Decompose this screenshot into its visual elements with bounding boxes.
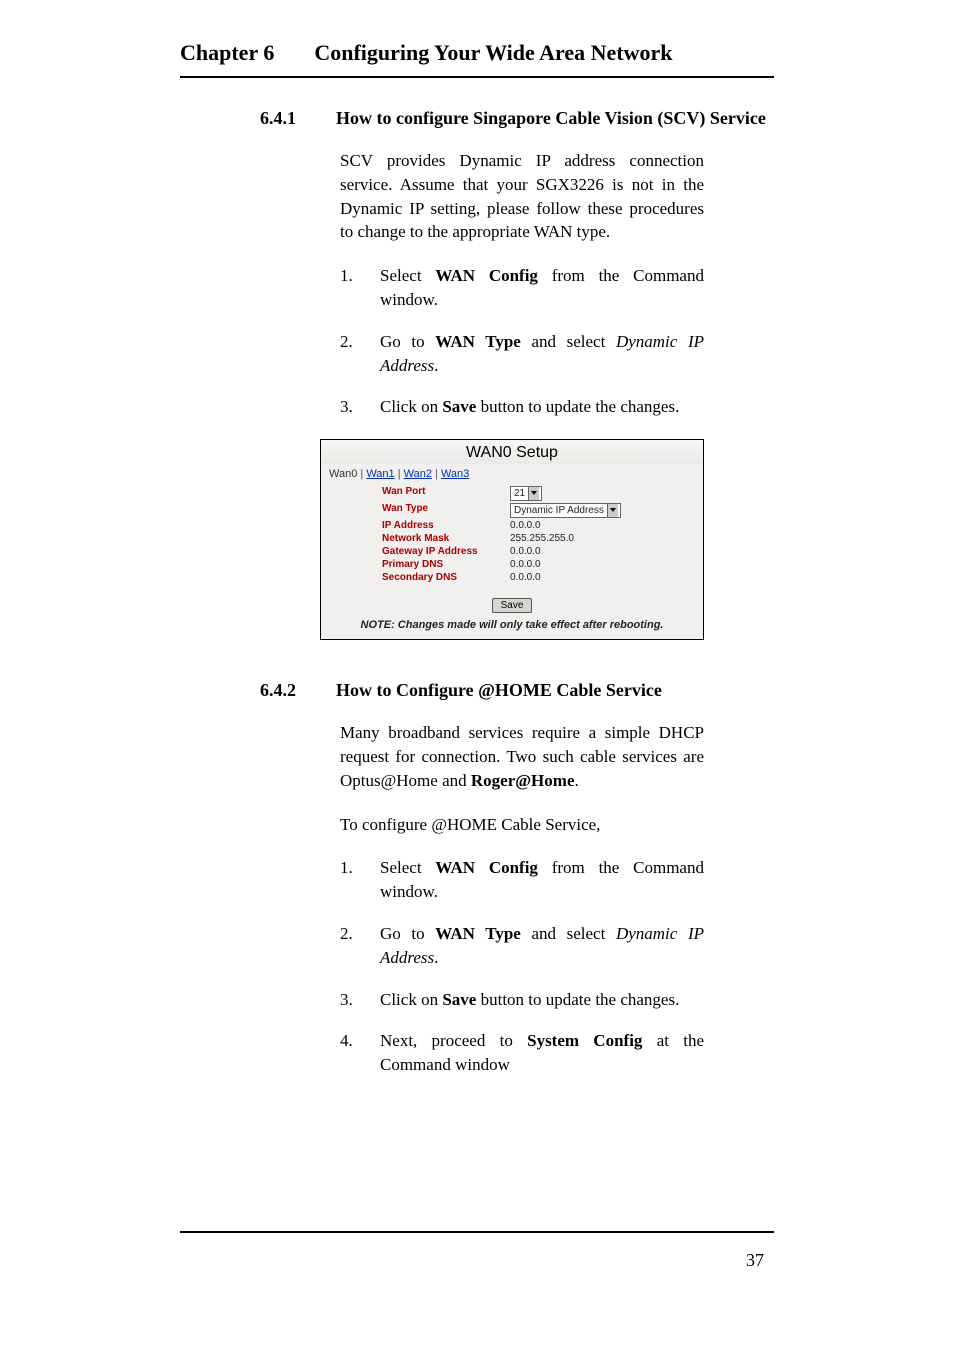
step-number: 1. xyxy=(340,264,360,312)
step-text: Next, proceed to System Config at the Co… xyxy=(380,1029,704,1077)
list-item: 3. Click on Save button to update the ch… xyxy=(340,988,704,1012)
step-text: Click on Save button to update the chang… xyxy=(380,395,679,419)
para: To configure @HOME Cable Service, xyxy=(340,813,704,837)
tab-wan0[interactable]: Wan0 xyxy=(329,468,357,480)
chevron-down-icon xyxy=(607,504,618,517)
text: . xyxy=(575,771,579,790)
text: button to update the changes. xyxy=(476,397,679,416)
list-item: 1. Select WAN Config from the Command wi… xyxy=(340,264,704,312)
section-title: How to configure Singapore Cable Vision … xyxy=(336,108,766,129)
para: Many broadband services require a simple… xyxy=(340,721,704,792)
tab-wan1[interactable]: Wan1 xyxy=(366,468,394,480)
step-text: Go to WAN Type and select Dynamic IP Add… xyxy=(380,330,704,378)
text: Select xyxy=(380,858,435,877)
text: Select xyxy=(380,266,435,285)
text-bold: WAN Config xyxy=(435,858,538,877)
text-bold: WAN Type xyxy=(435,924,521,943)
text: Click on xyxy=(380,990,442,1009)
text-bold: Roger@Home xyxy=(471,771,575,790)
select-value: 21 xyxy=(514,487,525,500)
step-text: Click on Save button to update the chang… xyxy=(380,988,679,1012)
field-label: Wan Type xyxy=(382,503,502,518)
wan-fields: Wan Port 21 Wan Type Dynamic IP Address … xyxy=(382,486,642,583)
page: Chapter 6 Configuring Your Wide Area Net… xyxy=(0,0,954,1351)
field-label: Secondary DNS xyxy=(382,572,502,583)
step-number: 2. xyxy=(340,922,360,970)
chapter-title: Configuring Your Wide Area Network xyxy=(314,40,672,66)
list-item: 3. Click on Save button to update the ch… xyxy=(340,395,704,419)
text-bold: Save xyxy=(442,990,476,1009)
text: and select xyxy=(521,332,616,351)
text-bold: WAN Type xyxy=(435,332,521,351)
step-text: Go to WAN Type and select Dynamic IP Add… xyxy=(380,922,704,970)
text: Next, proceed to xyxy=(380,1031,527,1050)
save-button[interactable]: Save xyxy=(492,598,533,613)
text: Click on xyxy=(380,397,442,416)
reboot-note: NOTE: Changes made will only take effect… xyxy=(321,619,703,639)
field-value: 0.0.0.0 xyxy=(510,559,642,570)
steps-list-641: 1. Select WAN Config from the Command wi… xyxy=(340,264,704,419)
tab-wan3[interactable]: Wan3 xyxy=(441,468,469,480)
wan0-setup-screenshot: WAN0 Setup Wan0 | Wan1 | Wan2 | Wan3 Wan… xyxy=(320,439,704,640)
step-number: 3. xyxy=(340,395,360,419)
field-value: 0.0.0.0 xyxy=(510,572,642,583)
text-bold: WAN Config xyxy=(435,266,538,285)
section-title: How to Configure @HOME Cable Service xyxy=(336,680,662,701)
wan-tabs: Wan0 | Wan1 | Wan2 | Wan3 xyxy=(321,464,703,486)
section-heading-641: 6.4.1 How to configure Singapore Cable V… xyxy=(260,108,904,129)
list-item: 2. Go to WAN Type and select Dynamic IP … xyxy=(340,330,704,378)
section-number: 6.4.1 xyxy=(260,108,296,129)
chapter-header: Chapter 6 Configuring Your Wide Area Net… xyxy=(180,40,774,66)
header-rule xyxy=(180,76,774,78)
button-row: Save xyxy=(321,591,703,619)
footer-rule xyxy=(180,1231,774,1233)
step-text: Select WAN Config from the Command windo… xyxy=(380,264,704,312)
text: . xyxy=(434,948,438,967)
field-label: Wan Port xyxy=(382,486,502,501)
wan-port-dropdown[interactable]: 21 xyxy=(510,486,542,501)
wan-type-select: Dynamic IP Address xyxy=(510,503,642,518)
section-heading-642: 6.4.2 How to Configure @HOME Cable Servi… xyxy=(260,680,904,701)
wan-type-dropdown[interactable]: Dynamic IP Address xyxy=(510,503,621,518)
panel-title: WAN0 Setup xyxy=(321,440,703,464)
para: SCV provides Dynamic IP address connecti… xyxy=(340,149,704,244)
text: and select xyxy=(521,924,616,943)
tab-wan2[interactable]: Wan2 xyxy=(404,468,432,480)
text-bold: System Config xyxy=(527,1031,642,1050)
field-value: 0.0.0.0 xyxy=(510,546,642,557)
step-number: 1. xyxy=(340,856,360,904)
section-642-body: Many broadband services require a simple… xyxy=(340,721,704,1077)
step-number: 3. xyxy=(340,988,360,1012)
text: button to update the changes. xyxy=(476,990,679,1009)
step-text: Select WAN Config from the Command windo… xyxy=(380,856,704,904)
text: Go to xyxy=(380,332,435,351)
field-label: IP Address xyxy=(382,520,502,531)
page-number: 37 xyxy=(746,1250,764,1271)
list-item: 4. Next, proceed to System Config at the… xyxy=(340,1029,704,1077)
list-item: 2. Go to WAN Type and select Dynamic IP … xyxy=(340,922,704,970)
field-label: Primary DNS xyxy=(382,559,502,570)
wan-port-select: 21 xyxy=(510,486,642,501)
step-number: 2. xyxy=(340,330,360,378)
list-item: 1. Select WAN Config from the Command wi… xyxy=(340,856,704,904)
field-label: Network Mask xyxy=(382,533,502,544)
section-number: 6.4.2 xyxy=(260,680,296,701)
step-number: 4. xyxy=(340,1029,360,1077)
chevron-down-icon xyxy=(528,487,539,500)
field-value: 255.255.255.0 xyxy=(510,533,642,544)
chapter-number: Chapter 6 xyxy=(180,40,274,66)
section-641-body: SCV provides Dynamic IP address connecti… xyxy=(340,149,704,419)
field-value: 0.0.0.0 xyxy=(510,520,642,531)
steps-list-642: 1. Select WAN Config from the Command wi… xyxy=(340,856,704,1077)
select-value: Dynamic IP Address xyxy=(514,504,604,517)
text-bold: Save xyxy=(442,397,476,416)
field-label: Gateway IP Address xyxy=(382,546,502,557)
text: . xyxy=(434,356,438,375)
text: Go to xyxy=(380,924,435,943)
